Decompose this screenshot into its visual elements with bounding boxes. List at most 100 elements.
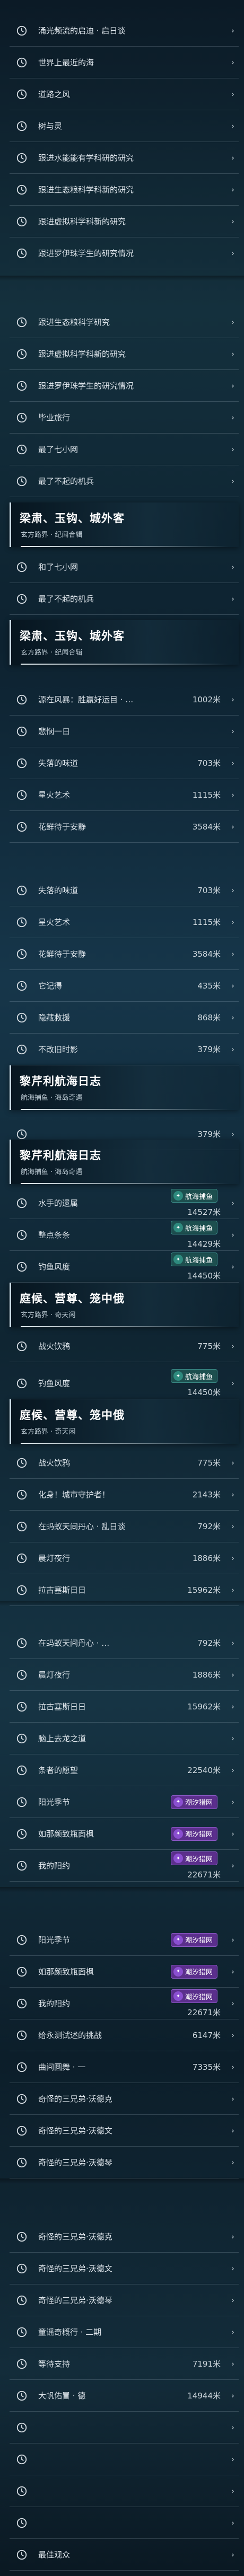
mission-row[interactable]: 失落的味道 703米 › xyxy=(10,747,239,779)
mission-row[interactable]: 最佳观众 › xyxy=(10,2539,239,2571)
mission-row[interactable]: 奇怪的三兄弟·沃德琴 › xyxy=(10,2284,239,2316)
mission-row[interactable]: 战火饮鸦 775米 › xyxy=(10,1447,239,1479)
clock-icon xyxy=(15,2293,29,2307)
mission-row[interactable]: 水手的遗属 ✦ 航海捕鱼 14527米 › xyxy=(10,1187,239,1219)
clock-icon xyxy=(15,1668,29,1682)
mission-row[interactable]: 大帆佑冒 · 德 14944米 › xyxy=(10,2380,239,2412)
mission-row[interactable]: 钓鱼风度 ✦ 航海捕鱼 14450米 › xyxy=(10,1251,239,1283)
section-header[interactable]: 黎芹利航海日志 航海捕鱼 · 海岛奇遇 xyxy=(10,1065,239,1110)
section-header[interactable]: 庭候、营尊、笼中俄玄方路界 · 奇天闲 xyxy=(10,1283,239,1327)
clock-icon xyxy=(15,693,29,707)
mission-row[interactable]: 曲间圆舞 · 一 7335米 › xyxy=(10,2051,239,2083)
mission-row[interactable]: 奇怪的三兄弟·沃德文 › xyxy=(10,2253,239,2284)
mission-row[interactable]: 跟进生态粮科学科新的研究 › xyxy=(10,174,239,206)
mission-row[interactable]: 隐藏救援 868米 › xyxy=(10,1002,239,1034)
badge-icon: ✦ xyxy=(173,1935,183,1945)
badge-icon: ✦ xyxy=(173,1854,183,1863)
mission-row[interactable]: 世界上最近的海 › xyxy=(10,47,239,78)
clock-icon xyxy=(15,183,29,197)
clock-icon xyxy=(15,119,29,133)
clock-icon xyxy=(15,756,29,770)
mission-row[interactable]: 不改旧时影 379米 › xyxy=(10,1034,239,1065)
section-header[interactable]: 黎芹利航海日志 航海捕鱼 · 海岛奇遇 xyxy=(10,1140,239,1184)
mission-row[interactable]: 我的阳约 ✦ 潮汐猎网 22671米 › xyxy=(10,1850,239,1882)
mission-row[interactable]: 星火艺术 1115米 › xyxy=(10,906,239,938)
mission-row[interactable]: 化身！城市守护者！ 2143米 › xyxy=(10,1479,239,1511)
mission-row[interactable]: 和了七小网 › xyxy=(10,551,239,583)
badge-label: 潮汐猎网 xyxy=(185,1855,213,1864)
mission-row[interactable]: 晨灯夜行 1886米 › xyxy=(10,1542,239,1574)
mission-row[interactable]: 奇怪的三兄弟·沃德文 › xyxy=(10,2115,239,2147)
mission-row[interactable]: › xyxy=(10,2475,239,2507)
section-header[interactable]: 梁肃、玉钩、城外客 玄方路界 · 纪闻合辑 xyxy=(10,620,239,665)
section-subtitle: 玄方路界 · 奇天闲 xyxy=(21,1311,76,1319)
chevron-right-icon: › xyxy=(231,1733,234,1743)
clock-icon xyxy=(15,884,29,897)
section-title: 庭候、营尊、笼中俄 xyxy=(20,1292,125,1305)
header-underline xyxy=(21,1326,229,1327)
mission-row[interactable]: 童谣奇概行 · 二期 › xyxy=(10,2316,239,2348)
mission-row[interactable]: 在蚂蚁天间丹心 · … 792米 › xyxy=(10,1627,239,1659)
mission-row[interactable]: 道路之风 › xyxy=(10,78,239,110)
mission-row[interactable]: 我的阳约 ✦ 潮汐猎网 22671米 › xyxy=(10,1988,239,2019)
mission-row[interactable]: 跟进虚拟科学科新的研究 › xyxy=(10,338,239,370)
section-subtitle: 玄方路界 · 纪闻合辑 xyxy=(21,531,83,539)
mission-row[interactable]: 给永测试述的挑战 6147米 › xyxy=(10,2019,239,2051)
chevron-right-icon: › xyxy=(231,381,234,391)
chevron-right-icon: › xyxy=(231,444,234,454)
mission-row[interactable]: 最了不起的机兵 › xyxy=(10,465,239,497)
clock-icon xyxy=(15,915,29,929)
mission-row[interactable]: 毕业旅行 › xyxy=(10,402,239,434)
clock-icon xyxy=(15,1965,29,1979)
section-header[interactable]: 梁肃、玉钩、城外客 玄方路界 · 纪闻合辑 xyxy=(10,502,239,547)
mission-row[interactable]: 花鲜待于安静 3584米 › xyxy=(10,938,239,970)
mission-row[interactable]: 跟进罗伊珠学生的研究情况 › xyxy=(10,237,239,269)
mission-row[interactable]: 失落的味道 703米 › xyxy=(10,875,239,906)
mission-title: 悲悯一日 xyxy=(38,727,71,736)
mission-row[interactable]: 奇怪的三兄弟·沃德琴 › xyxy=(10,2147,239,2178)
clock-icon xyxy=(15,725,29,738)
chevron-right-icon: › xyxy=(231,1670,234,1680)
mission-row[interactable]: 花鲜待于安静 3584米 › xyxy=(10,811,239,843)
mission-row[interactable]: 等待支持 7191米 › xyxy=(10,2348,239,2380)
mission-row[interactable]: 阳光季节 ✦ 潮汐猎网 › xyxy=(10,1786,239,1818)
mission-row[interactable]: 脑上去龙之道 › xyxy=(10,1723,239,1754)
mission-row[interactable]: 阳光季节 ✦ 潮汐猎网 › xyxy=(10,1924,239,1956)
mission-title: 奇怪的三兄弟·沃德克 xyxy=(38,2232,112,2242)
mission-row[interactable]: 树与灵 › xyxy=(10,110,239,142)
chevron-right-icon: › xyxy=(231,317,234,327)
mission-row[interactable]: 星火艺术 1115米 › xyxy=(10,779,239,811)
mission-row[interactable]: 拉古塞斯日日 15962米 › xyxy=(10,1691,239,1723)
mission-row[interactable]: 战火饮鸦 775米 › xyxy=(10,1330,239,1362)
mission-row[interactable]: 跟进罗伊珠学生的研究情况 › xyxy=(10,370,239,402)
chevron-right-icon: › xyxy=(231,1012,234,1022)
mission-row[interactable]: 奇怪的三兄弟·沃德克 › xyxy=(10,2221,239,2253)
mission-row[interactable]: 如那颜致瓶面枫 ✦ 潮汐猎网 › xyxy=(10,1818,239,1850)
clock-icon xyxy=(15,2484,29,2498)
mission-row[interactable]: 跟进生态粮科学研究 › xyxy=(10,306,239,338)
mission-row[interactable]: 源在风暴：胜赢好运目 · … 1002米 › xyxy=(10,684,239,716)
mission-row[interactable]: 最了不起的机兵 › xyxy=(10,583,239,615)
mission-title: 奇怪的三兄弟·沃德文 xyxy=(38,2264,112,2273)
mission-row[interactable]: 跟进虚拟科学科新的研究 › xyxy=(10,206,239,237)
mission-row[interactable]: 它记得 435米 › xyxy=(10,970,239,1002)
section-header[interactable]: 庭候、营尊、笼中俄 玄方路界 · 奇天闲 xyxy=(10,1399,239,1444)
mission-row[interactable]: 钓鱼风度 ✦ 航海捕鱼 14450米 › xyxy=(10,1368,239,1399)
mission-row[interactable]: 拉古塞斯日日 15962米 › xyxy=(10,1574,239,1606)
clock-icon xyxy=(15,2092,29,2106)
mission-row[interactable]: › xyxy=(10,2507,239,2539)
mission-row[interactable]: › xyxy=(10,2443,239,2475)
mission-row[interactable]: 整点条条 ✦ 航海捕鱼 14429米 › xyxy=(10,1219,239,1251)
mission-row[interactable]: 最了七小网 › xyxy=(10,434,239,465)
event-badge: ✦ 航海捕鱼 xyxy=(170,1189,217,1203)
mission-row[interactable]: 奇怪的三兄弟·沃德克 › xyxy=(10,2083,239,2115)
mission-row[interactable]: 在蚂蚁天间丹心 · 乱日谈 792米 › xyxy=(10,1511,239,1542)
mission-row[interactable]: 涌光频流的启迪 · 启日谈 › xyxy=(10,15,239,47)
mission-row[interactable]: 悲悯一日 › xyxy=(10,716,239,747)
mission-row[interactable]: › xyxy=(10,2412,239,2443)
mission-row[interactable]: 条者的愿望 22540米 › xyxy=(10,1754,239,1786)
clock-icon xyxy=(15,379,29,393)
mission-row[interactable]: 晨灯夜行 1886米 › xyxy=(10,1659,239,1691)
mission-row[interactable]: 跟进水能能有学科研的研究 › xyxy=(10,142,239,174)
mission-row[interactable]: 如那颜致瓶面枫 ✦ 潮汐猎网 › xyxy=(10,1956,239,1988)
